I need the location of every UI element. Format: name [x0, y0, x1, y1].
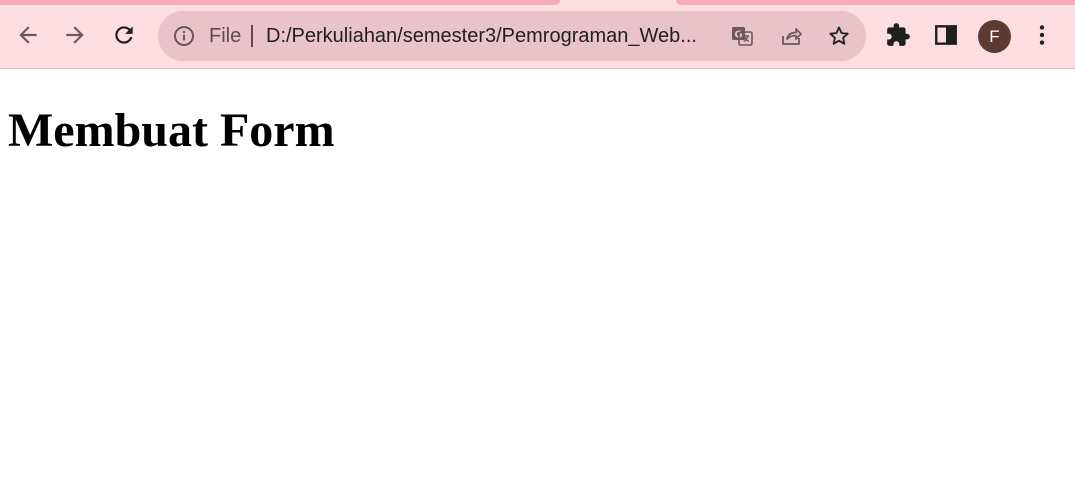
menu-button[interactable] [1026, 19, 1058, 51]
page-content: Membuat Form [0, 69, 1075, 480]
bookmark-button[interactable] [825, 22, 853, 50]
translate-icon: G [732, 27, 753, 46]
profile-avatar[interactable]: F [978, 20, 1011, 53]
reload-icon [115, 26, 133, 44]
kebab-menu-icon [1039, 25, 1045, 45]
star-icon [829, 26, 849, 45]
url-text[interactable]: D:/Perkuliahan/semester3/Pemrograman_Web… [266, 24, 716, 48]
side-panel-icon [935, 25, 957, 45]
back-button[interactable] [12, 19, 44, 51]
info-circle-icon[interactable] [172, 24, 196, 48]
arrow-left-icon [19, 26, 37, 44]
forward-button[interactable] [59, 19, 91, 51]
reload-button[interactable] [108, 19, 140, 51]
url-scheme-label: File [209, 25, 242, 47]
address-bar[interactable]: File D:/Perkuliahan/semester3/Pemrograma… [158, 11, 866, 61]
extensions-button[interactable] [882, 19, 914, 51]
share-button[interactable] [777, 22, 805, 50]
side-panel-button[interactable] [930, 19, 962, 51]
browser-toolbar: File D:/Perkuliahan/semester3/Pemrograma… [0, 5, 1075, 69]
arrow-right-icon [66, 26, 84, 44]
url-separator [251, 25, 253, 47]
puzzle-icon [887, 23, 910, 46]
share-icon [782, 28, 802, 45]
translate-button[interactable]: G [728, 22, 756, 50]
page-heading: Membuat Form [8, 104, 335, 157]
